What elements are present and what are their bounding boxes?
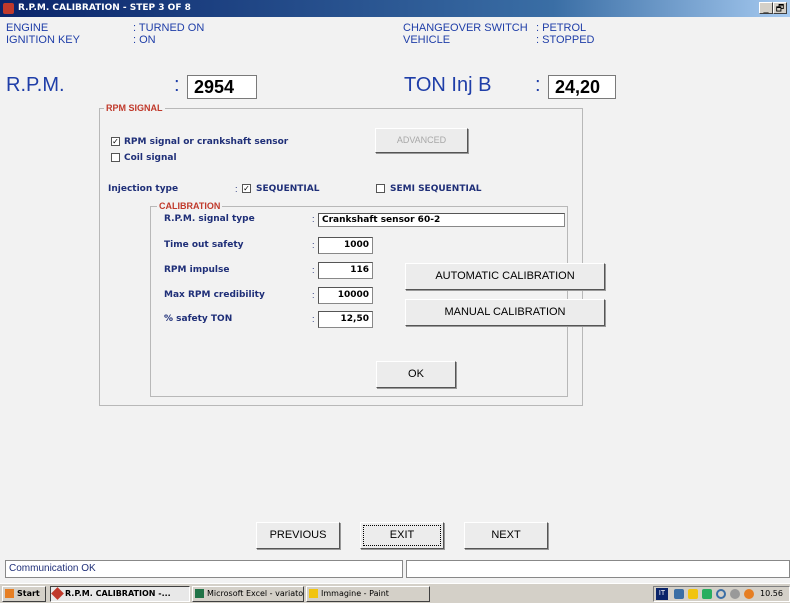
- status-secondary: [406, 560, 790, 578]
- rpm-value: 2954: [187, 75, 257, 99]
- ignition-value: : ON: [133, 34, 156, 46]
- windows-logo-icon: [5, 589, 14, 598]
- taskbar: Start R.P.M. CALIBRATION -... Microsoft …: [0, 583, 790, 603]
- crankshaft-checkbox[interactable]: ✓: [111, 137, 120, 146]
- max-rpm-credibility-label: Max RPM credibility: [164, 290, 265, 300]
- sequential-checkbox[interactable]: ✓: [242, 184, 251, 193]
- start-button[interactable]: Start: [2, 586, 46, 602]
- colon: :: [312, 290, 315, 300]
- ton-inj-b-label: TON Inj B: [404, 74, 492, 96]
- colon: :: [312, 214, 315, 224]
- exit-button[interactable]: EXIT: [360, 522, 444, 549]
- injection-type-label: Injection type: [108, 184, 179, 194]
- network-icon[interactable]: [674, 589, 684, 599]
- rpm-colon: :: [174, 74, 180, 96]
- system-tray: IT 10.56: [653, 586, 790, 602]
- taskbar-item-label: Immagine - Paint: [321, 589, 389, 598]
- maximize-button[interactable]: 🗗: [773, 2, 787, 14]
- ton-colon: :: [535, 74, 541, 96]
- colon: :: [312, 265, 315, 275]
- timeout-safety-field[interactable]: 1000: [318, 237, 373, 254]
- timeout-safety-label: Time out safety: [164, 240, 244, 250]
- tray-app-icon-2[interactable]: [702, 589, 712, 599]
- sequential-label: SEQUENTIAL: [256, 184, 320, 194]
- changeover-switch-label: CHANGEOVER SWITCH: [403, 22, 528, 34]
- taskbar-item-excel[interactable]: Microsoft Excel - variator...: [192, 586, 304, 602]
- minimize-button[interactable]: _: [759, 2, 773, 14]
- volume-icon[interactable]: [730, 589, 740, 599]
- crankshaft-label: RPM signal or crankshaft sensor: [124, 137, 289, 147]
- paint-icon: [309, 589, 318, 598]
- semi-sequential-label: SEMI SEQUENTIAL: [390, 184, 482, 194]
- colon: :: [312, 240, 315, 250]
- previous-button[interactable]: PREVIOUS: [256, 522, 340, 549]
- safety-ton-field[interactable]: 12,50: [318, 311, 373, 328]
- tray-app-icon[interactable]: [688, 589, 698, 599]
- status-bar: Communication OK: [5, 560, 790, 578]
- injection-colon: :: [235, 184, 238, 194]
- title-bar[interactable]: R.P.M. CALIBRATION - STEP 3 OF 8: [0, 0, 790, 17]
- tray-app-icon-3[interactable]: [744, 589, 754, 599]
- rpm-impulse-field[interactable]: 116: [318, 262, 373, 279]
- window-title: R.P.M. CALIBRATION - STEP 3 OF 8: [18, 3, 191, 13]
- coil-signal-label: Coil signal: [124, 153, 177, 163]
- automatic-calibration-button[interactable]: AUTOMATIC CALIBRATION: [405, 263, 605, 290]
- language-indicator[interactable]: IT: [656, 588, 668, 600]
- clock: 10.56: [760, 589, 783, 598]
- taskbar-item-label: R.P.M. CALIBRATION -...: [65, 589, 171, 598]
- semi-sequential-checkbox[interactable]: [376, 184, 385, 193]
- rpm-impulse-label: RPM impulse: [164, 265, 230, 275]
- vehicle-label: VEHICLE: [403, 34, 451, 46]
- taskbar-item-label: Microsoft Excel - variator...: [207, 589, 304, 598]
- rpm-signal-type-label: R.P.M. signal type: [164, 214, 255, 224]
- advanced-button[interactable]: ADVANCED: [375, 128, 468, 153]
- excel-icon: [195, 589, 204, 598]
- vehicle-value: : STOPPED: [536, 34, 595, 46]
- rpm-signal-type-field[interactable]: Crankshaft sensor 60-2: [318, 213, 565, 227]
- manual-calibration-button[interactable]: MANUAL CALIBRATION: [405, 299, 605, 326]
- ignition-label: IGNITION KEY: [6, 34, 80, 46]
- coil-signal-checkbox[interactable]: [111, 153, 120, 162]
- rpm-app-icon: [51, 587, 64, 600]
- taskbar-item-paint[interactable]: Immagine - Paint: [306, 586, 430, 602]
- next-button[interactable]: NEXT: [464, 522, 548, 549]
- max-rpm-credibility-field[interactable]: 10000: [318, 287, 373, 304]
- taskbar-item-rpm-calibration[interactable]: R.P.M. CALIBRATION -...: [50, 586, 190, 602]
- calibration-window: R.P.M. CALIBRATION - STEP 3 OF 8 _ 🗗 ENG…: [0, 0, 790, 603]
- engine-value: : TURNED ON: [133, 22, 205, 34]
- safety-ton-label: % safety TON: [164, 314, 233, 324]
- engine-label: ENGINE: [6, 22, 49, 34]
- rpm-signal-title: RPM SIGNAL: [104, 103, 165, 113]
- magnifier-icon[interactable]: [716, 589, 726, 599]
- rpm-label: R.P.M.: [6, 74, 65, 96]
- start-label: Start: [17, 589, 40, 598]
- app-icon: [3, 3, 14, 14]
- status-message: Communication OK: [5, 560, 403, 578]
- changeover-switch-value: : PETROL: [536, 22, 587, 34]
- calibration-title: CALIBRATION: [157, 201, 223, 211]
- ton-inj-b-value: 24,20: [548, 75, 616, 99]
- colon: :: [312, 314, 315, 324]
- ok-button[interactable]: OK: [376, 361, 456, 388]
